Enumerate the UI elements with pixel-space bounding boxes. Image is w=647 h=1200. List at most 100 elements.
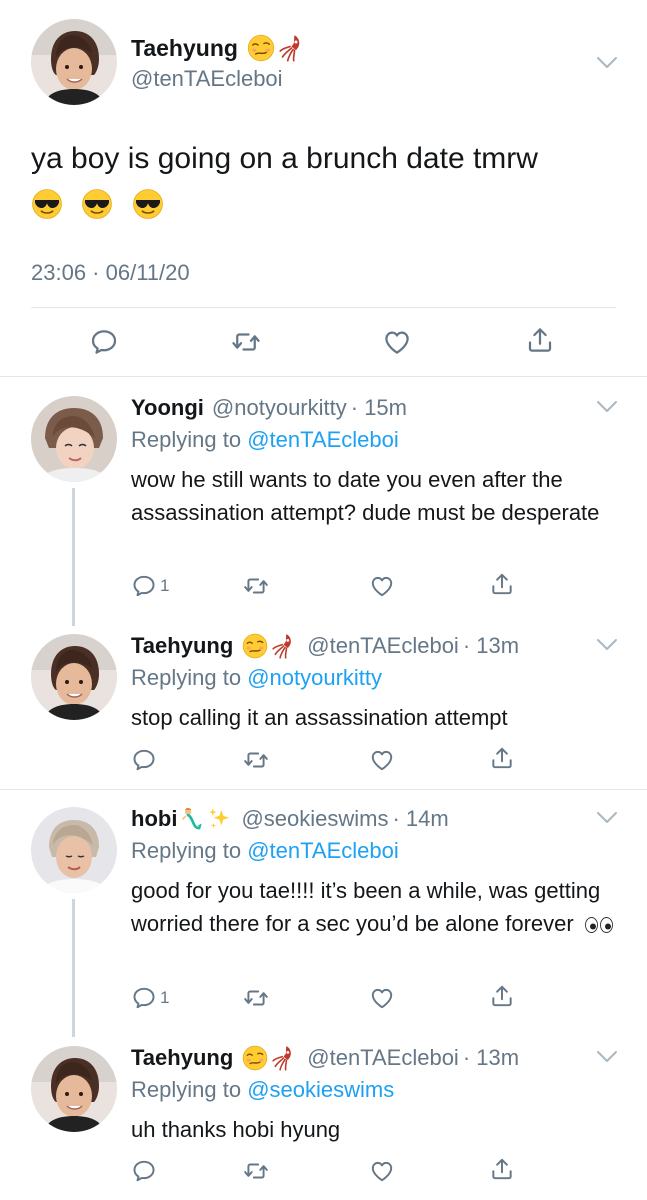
- mention-link[interactable]: @notyourkitty: [247, 665, 382, 690]
- share-icon: [525, 325, 555, 355]
- retweet-icon: [242, 747, 270, 773]
- reply-icon: [131, 1158, 157, 1184]
- reply-icon: [131, 573, 157, 599]
- share-button[interactable]: [489, 571, 515, 597]
- like-button[interactable]: [369, 747, 395, 773]
- share-button[interactable]: [525, 325, 555, 355]
- mention-link[interactable]: @seokieswims: [247, 1077, 394, 1102]
- share-button[interactable]: [489, 745, 515, 771]
- author-handle[interactable]: @seokieswims: [241, 806, 388, 832]
- thread-line: [72, 488, 75, 626]
- squid-icon: [278, 33, 308, 63]
- author-handle[interactable]: @tenTAEcleboi: [307, 633, 459, 659]
- retweet-icon: [242, 1158, 270, 1184]
- avatar[interactable]: [31, 807, 117, 893]
- like-button[interactable]: [382, 327, 412, 357]
- sunglasses-emoji-icon: [132, 188, 164, 220]
- avatar[interactable]: [31, 19, 117, 105]
- retweet-button[interactable]: [242, 985, 270, 1011]
- woozy-face-icon: [246, 33, 276, 63]
- reply-count: 1: [160, 576, 170, 595]
- reply-button[interactable]: [89, 327, 119, 357]
- tweet-text: ya boy is going on a brunch date tmrw: [31, 137, 631, 225]
- replying-to: Replying to @tenTAEcleboi: [131, 838, 399, 864]
- like-button[interactable]: [369, 1158, 395, 1184]
- replying-to: Replying to @notyourkitty: [131, 665, 382, 691]
- heart-icon: [369, 1158, 395, 1184]
- retweet-button[interactable]: [242, 1158, 270, 1184]
- retweet-button[interactable]: [242, 573, 270, 599]
- reply-time: · 13m: [462, 633, 520, 658]
- reply-count: 1: [160, 988, 170, 1007]
- sunglasses-emoji-icon: [81, 188, 113, 220]
- squid-icon: [271, 632, 299, 660]
- heart-icon: [382, 327, 412, 357]
- chevron-down-icon[interactable]: [596, 811, 618, 825]
- reply-time: · 15m: [350, 395, 407, 420]
- author-name-text: Taehyung: [131, 34, 238, 61]
- share-icon: [489, 571, 515, 597]
- reply-text-body: good for you tae!!!! it’s been a while, …: [131, 878, 601, 936]
- divider: [31, 307, 616, 308]
- woozy-face-icon: [241, 632, 269, 660]
- share-button[interactable]: [489, 983, 515, 1009]
- reply-button[interactable]: 1: [131, 573, 169, 599]
- share-icon: [489, 1156, 515, 1182]
- tweet-timestamp[interactable]: 23:06 · 06/11/20: [31, 260, 190, 286]
- retweet-icon: [230, 327, 262, 357]
- like-button[interactable]: [369, 985, 395, 1011]
- reply-text: good for you tae!!!! it’s been a while, …: [131, 874, 621, 940]
- author-name[interactable]: Taehyung: [131, 33, 308, 63]
- reply-text: uh thanks hobi hyung: [131, 1117, 341, 1142]
- replying-to: Replying to @seokieswims: [131, 1077, 394, 1103]
- reply-button[interactable]: [131, 1158, 157, 1184]
- share-button[interactable]: [489, 1156, 515, 1182]
- replying-to-label: Replying to: [131, 1077, 242, 1102]
- retweet-icon: [242, 985, 270, 1011]
- author-name[interactable]: Yoongi: [131, 395, 204, 421]
- mermaid-icon: [179, 806, 205, 832]
- author-name[interactable]: hobi: [131, 806, 177, 832]
- heart-icon: [369, 747, 395, 773]
- mention-link[interactable]: @tenTAEcleboi: [247, 838, 399, 863]
- chevron-down-icon[interactable]: [596, 400, 618, 414]
- sparkles-icon: [207, 806, 233, 832]
- reply-icon: [89, 327, 119, 357]
- author-handle[interactable]: @tenTAEcleboi: [131, 66, 283, 92]
- share-icon: [489, 983, 515, 1009]
- chevron-down-icon[interactable]: [596, 56, 618, 70]
- retweet-button[interactable]: [230, 327, 262, 357]
- reply-button[interactable]: [131, 747, 157, 773]
- replying-to-label: Replying to: [131, 665, 242, 690]
- reply-header: hobi @seokieswims · 14m: [131, 806, 449, 832]
- reply-header: Yoongi @notyourkitty · 15m: [131, 395, 407, 421]
- author-name[interactable]: Taehyung: [131, 1045, 233, 1071]
- reply-header: Taehyung @tenTAEcleboi · 13m: [131, 1044, 519, 1072]
- author-name[interactable]: Taehyung: [131, 633, 233, 659]
- avatar[interactable]: [31, 1046, 117, 1132]
- chevron-down-icon[interactable]: [596, 1050, 618, 1064]
- replying-to-label: Replying to: [131, 838, 242, 863]
- avatar[interactable]: [31, 634, 117, 720]
- eyes-emoji-icon: [584, 916, 614, 934]
- divider: [0, 789, 647, 790]
- chevron-down-icon[interactable]: [596, 638, 618, 652]
- replying-to-label: Replying to: [131, 427, 242, 452]
- author-handle[interactable]: @tenTAEcleboi: [307, 1045, 459, 1071]
- thread-line: [72, 899, 75, 1037]
- share-icon: [489, 745, 515, 771]
- reply-time: · 13m: [462, 1045, 520, 1070]
- replying-to: Replying to @tenTAEcleboi: [131, 427, 399, 453]
- reply-text: stop calling it an assassination attempt: [131, 705, 508, 730]
- heart-icon: [369, 985, 395, 1011]
- squid-icon: [271, 1044, 299, 1072]
- avatar[interactable]: [31, 396, 117, 482]
- mention-link[interactable]: @tenTAEcleboi: [247, 427, 399, 452]
- reply-text: wow he still wants to date you even afte…: [131, 467, 600, 525]
- reply-icon: [131, 747, 157, 773]
- divider: [0, 376, 647, 377]
- reply-button[interactable]: 1: [131, 985, 169, 1011]
- retweet-button[interactable]: [242, 747, 270, 773]
- like-button[interactable]: [369, 573, 395, 599]
- author-handle[interactable]: @notyourkitty: [212, 395, 347, 421]
